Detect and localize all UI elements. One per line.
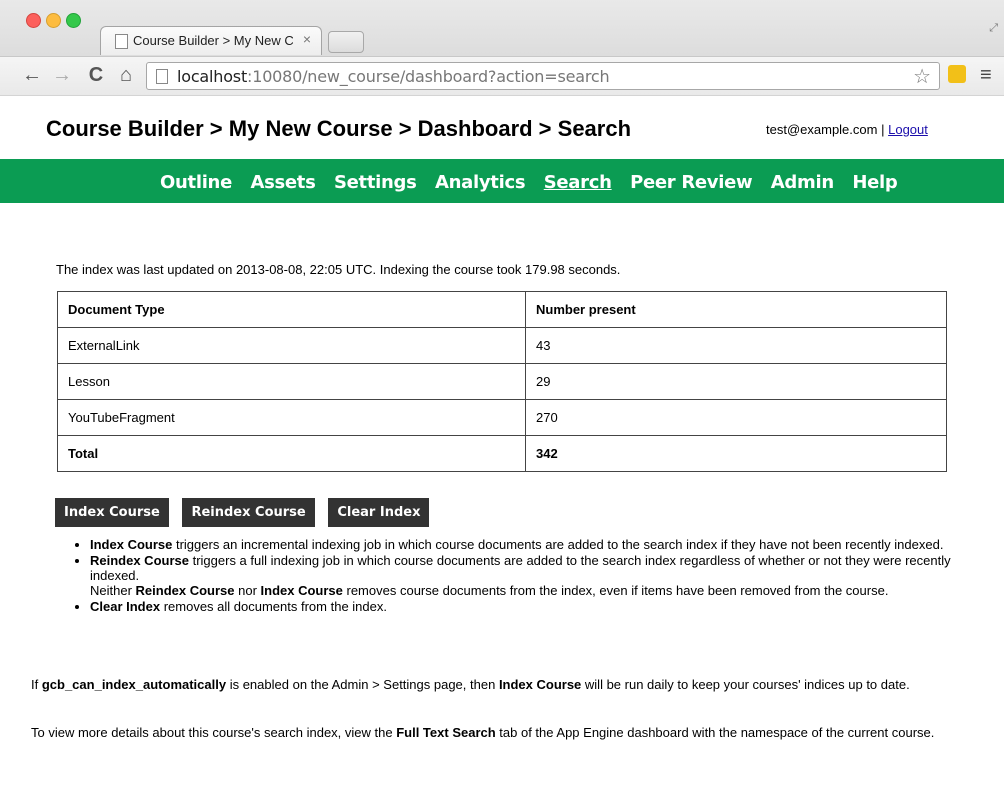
- document-icon: [115, 34, 128, 49]
- nav-assets[interactable]: Assets: [250, 172, 315, 193]
- action-buttons: Index Course Reindex Course Clear Index: [55, 498, 439, 527]
- table-row: YouTubeFragment 270: [57, 399, 947, 436]
- browser-chrome: Course Builder > My New C × ⤢ ← → C ⌂ lo…: [0, 0, 1004, 97]
- total-label: Total: [57, 435, 526, 472]
- nav-outline[interactable]: Outline: [160, 172, 232, 193]
- table-header-row: Document Type Number present: [57, 291, 947, 328]
- nav-links: Outline Assets Settings Analytics Search…: [160, 172, 911, 193]
- url-text: localhost:10080/new_course/dashboard?act…: [177, 67, 610, 86]
- address-bar[interactable]: localhost:10080/new_course/dashboard?act…: [146, 62, 940, 90]
- column-header: Document Type: [57, 291, 526, 328]
- page-icon: [156, 69, 168, 84]
- help-list: Index Course triggers an incremental ind…: [56, 537, 990, 615]
- count-cell: 43: [525, 327, 947, 364]
- total-value: 342: [525, 435, 947, 472]
- list-item: Index Course triggers an incremental ind…: [90, 537, 990, 552]
- main-content: The index was last updated on 2013-08-08…: [31, 262, 956, 740]
- list-item: Reindex Course triggers a full indexing …: [90, 553, 990, 598]
- nav-peer-review[interactable]: Peer Review: [630, 172, 753, 193]
- list-item: Clear Index removes all documents from t…: [90, 599, 990, 614]
- doc-type-cell: ExternalLink: [57, 327, 526, 364]
- doc-type-cell: YouTubeFragment: [57, 399, 526, 436]
- nav-analytics[interactable]: Analytics: [435, 172, 526, 193]
- count-cell: 29: [525, 363, 947, 400]
- tab-title: Course Builder > My New C: [133, 33, 293, 48]
- fullscreen-icon[interactable]: ⤢: [989, 22, 998, 35]
- close-tab-icon[interactable]: ×: [303, 31, 311, 47]
- count-cell: 270: [525, 399, 947, 436]
- total-row: Total 342: [57, 435, 947, 472]
- page-title: Course Builder > My New Course > Dashboa…: [46, 116, 632, 141]
- browser-tab[interactable]: Course Builder > My New C ×: [100, 26, 322, 55]
- nav-admin[interactable]: Admin: [771, 172, 834, 193]
- auto-index-note: If gcb_can_index_automatically is enable…: [31, 677, 910, 692]
- nav-help[interactable]: Help: [852, 172, 897, 193]
- clear-index-button[interactable]: Clear Index: [328, 498, 430, 527]
- logout-link[interactable]: Logout: [888, 122, 928, 137]
- menu-icon[interactable]: ≡: [980, 63, 992, 87]
- nav-settings[interactable]: Settings: [334, 172, 417, 193]
- new-tab-button[interactable]: [328, 31, 364, 53]
- minimize-window-button[interactable]: [46, 13, 61, 28]
- index-table: Document Type Number present ExternalLin…: [57, 291, 947, 472]
- forward-arrow-icon[interactable]: →: [50, 63, 74, 87]
- index-course-button[interactable]: Index Course: [55, 498, 169, 527]
- table-row: ExternalLink 43: [57, 327, 947, 364]
- doc-type-cell: Lesson: [57, 363, 526, 400]
- table-row: Lesson 29: [57, 363, 947, 400]
- nav-search[interactable]: Search: [544, 172, 612, 193]
- reload-icon[interactable]: C: [84, 63, 108, 87]
- page-header: Course Builder > My New Course > Dashboa…: [0, 96, 1004, 159]
- extension-icon[interactable]: [948, 65, 966, 83]
- browser-toolbar: ← → C ⌂ localhost:10080/new_course/dashb…: [0, 56, 1004, 95]
- reindex-course-button[interactable]: Reindex Course: [182, 498, 315, 527]
- back-arrow-icon[interactable]: ←: [20, 63, 44, 87]
- details-note: To view more details about this course's…: [31, 725, 935, 740]
- user-email: test@example.com: [766, 122, 878, 137]
- user-info: test@example.com | Logout: [766, 122, 928, 137]
- bookmark-star-icon[interactable]: ☆: [913, 64, 931, 89]
- home-icon[interactable]: ⌂: [114, 63, 138, 87]
- column-header: Number present: [525, 291, 947, 328]
- index-summary: The index was last updated on 2013-08-08…: [56, 262, 621, 277]
- zoom-window-button[interactable]: [66, 13, 81, 28]
- main-nav: Outline Assets Settings Analytics Search…: [0, 159, 1004, 203]
- separator: |: [881, 122, 885, 137]
- close-window-button[interactable]: [26, 13, 41, 28]
